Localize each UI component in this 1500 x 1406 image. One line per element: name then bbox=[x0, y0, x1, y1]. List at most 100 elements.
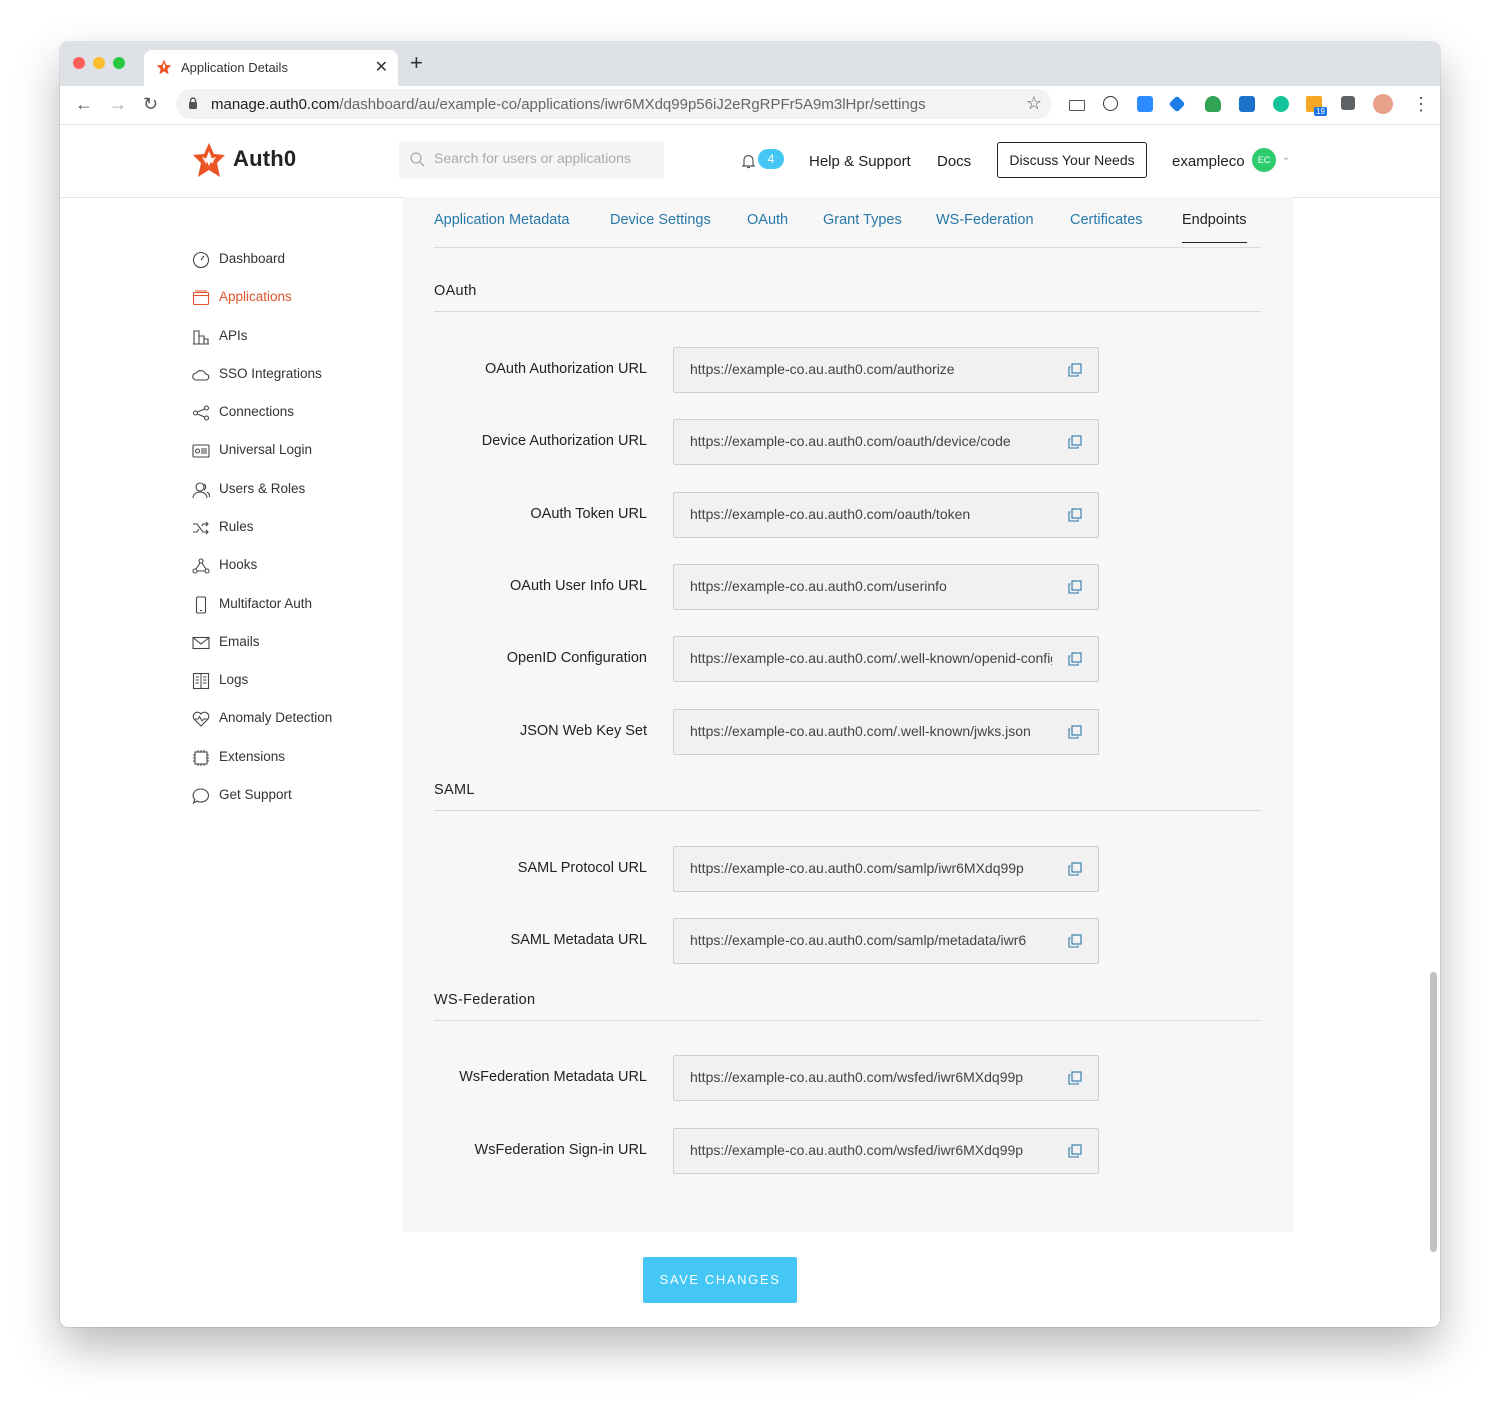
extensions-puzzle-icon[interactable] bbox=[1341, 96, 1355, 110]
copy-icon[interactable] bbox=[1068, 580, 1082, 594]
save-changes-button[interactable]: SAVE CHANGES bbox=[643, 1257, 797, 1303]
wsfed-signin-url-input[interactable] bbox=[690, 1142, 1052, 1158]
settings-tabs: Application Metadata Device Settings OAu… bbox=[434, 197, 1261, 248]
brand-name[interactable]: Auth0 bbox=[233, 146, 296, 172]
sidebar-item-universal-login[interactable]: Universal Login bbox=[192, 439, 412, 463]
tab-bar: Application Details ✕ + bbox=[60, 42, 1440, 86]
browser-toolbar: ← → ↻ manage.auth0.com/dashboard/au/exam… bbox=[60, 86, 1440, 125]
url-field bbox=[673, 564, 1099, 610]
search-box[interactable] bbox=[399, 141, 664, 179]
onepassword-icon[interactable] bbox=[1103, 96, 1118, 111]
tab-oauth[interactable]: OAuth bbox=[747, 212, 788, 228]
url-field bbox=[673, 918, 1099, 964]
field-label: OpenID Configuration bbox=[506, 650, 647, 666]
forward-icon[interactable]: → bbox=[109, 94, 127, 114]
sidebar-item-sso-integrations[interactable]: SSO Integrations bbox=[192, 363, 412, 387]
address-bar[interactable]: manage.auth0.com/dashboard/au/example-co… bbox=[176, 89, 1052, 119]
sidebar-item-get-support[interactable]: Get Support bbox=[192, 784, 412, 808]
new-tab-button[interactable]: + bbox=[410, 52, 423, 74]
sidebar-item-multifactor-auth[interactable]: Multifactor Auth bbox=[192, 593, 412, 617]
search-icon bbox=[410, 152, 425, 167]
heart-icon bbox=[192, 711, 210, 727]
settings-panel: Application Metadata Device Settings OAu… bbox=[403, 197, 1293, 1232]
scrollbar-thumb[interactable] bbox=[1430, 972, 1437, 1252]
sidebar-item-rules[interactable]: Rules bbox=[192, 516, 412, 540]
field-label: JSON Web Key Set bbox=[519, 723, 647, 739]
jwks-url-input[interactable] bbox=[690, 723, 1052, 739]
close-tab-icon[interactable]: ✕ bbox=[375, 57, 388, 77]
wsfed-metadata-url-input[interactable] bbox=[690, 1069, 1052, 1085]
section-title-ws-federation: WS-Federation bbox=[434, 992, 536, 1008]
profile-icon[interactable] bbox=[1373, 94, 1393, 114]
reload-icon[interactable]: ↻ bbox=[143, 94, 158, 114]
browser-tab[interactable]: Application Details ✕ bbox=[144, 50, 398, 86]
grammarly-icon[interactable] bbox=[1273, 96, 1289, 112]
tab-application-metadata[interactable]: Application Metadata bbox=[434, 212, 569, 228]
tab-grant-types[interactable]: Grant Types bbox=[823, 212, 902, 228]
sidebar-item-connections[interactable]: Connections bbox=[192, 401, 412, 425]
lock-icon bbox=[189, 97, 197, 109]
oauth-authorization-url-input[interactable] bbox=[690, 361, 1052, 377]
zoom-icon[interactable] bbox=[1137, 96, 1153, 112]
device-authorization-url-input[interactable] bbox=[690, 433, 1052, 449]
notification-badge[interactable]: 4 bbox=[758, 149, 784, 169]
oauth-userinfo-url-input[interactable] bbox=[690, 578, 1052, 594]
tab-endpoints[interactable]: Endpoints bbox=[1182, 212, 1247, 243]
copy-icon[interactable] bbox=[1068, 934, 1082, 948]
tenant-name[interactable]: exampleco bbox=[1172, 153, 1245, 170]
auth0-favicon-icon bbox=[156, 59, 172, 75]
copy-icon[interactable] bbox=[1068, 862, 1082, 876]
help-support-link[interactable]: Help & Support bbox=[809, 153, 911, 170]
tab-certificates[interactable]: Certificates bbox=[1070, 212, 1143, 228]
close-window-button[interactable] bbox=[73, 57, 85, 69]
sidebar-item-apis[interactable]: APIs bbox=[192, 325, 412, 349]
url-field bbox=[673, 492, 1099, 538]
url-field bbox=[673, 846, 1099, 892]
maximize-window-button[interactable] bbox=[113, 57, 125, 69]
sidebar-item-applications[interactable]: Applications bbox=[192, 286, 412, 310]
chevron-down-icon[interactable]: ⌄ bbox=[1282, 152, 1290, 163]
sidebar-item-emails[interactable]: Emails bbox=[192, 631, 412, 655]
sidebar-item-extensions[interactable]: Extensions bbox=[192, 746, 412, 770]
s-extension-icon[interactable] bbox=[1239, 96, 1255, 112]
saml-protocol-url-input[interactable] bbox=[690, 860, 1052, 876]
docs-link[interactable]: Docs bbox=[937, 153, 971, 170]
shield-check-icon[interactable] bbox=[1205, 96, 1221, 112]
discuss-needs-button[interactable]: Discuss Your Needs bbox=[997, 142, 1147, 178]
sidebar-item-users-roles[interactable]: Users & Roles bbox=[192, 478, 412, 502]
sidebar-item-logs[interactable]: Logs bbox=[192, 669, 412, 693]
avatar[interactable]: EC bbox=[1252, 148, 1276, 172]
copy-icon[interactable] bbox=[1068, 1071, 1082, 1085]
cast-icon[interactable] bbox=[1069, 100, 1085, 111]
url-field bbox=[673, 1128, 1099, 1174]
copy-icon[interactable] bbox=[1068, 508, 1082, 522]
oauth-token-url-input[interactable] bbox=[690, 506, 1052, 522]
saml-metadata-url-input[interactable] bbox=[690, 932, 1052, 948]
sidebar-item-dashboard[interactable]: Dashboard bbox=[192, 248, 412, 272]
bookmark-star-icon[interactable]: ☆ bbox=[1026, 93, 1042, 114]
search-input[interactable] bbox=[432, 149, 661, 167]
field-label: OAuth Token URL bbox=[530, 506, 647, 522]
copy-icon[interactable] bbox=[1068, 1144, 1082, 1158]
tab-device-settings[interactable]: Device Settings bbox=[610, 212, 711, 228]
confluence-icon[interactable] bbox=[1168, 95, 1186, 113]
bell-icon[interactable] bbox=[742, 154, 755, 169]
hooks-icon bbox=[192, 558, 210, 574]
minimize-window-button[interactable] bbox=[93, 57, 105, 69]
sidebar-item-hooks[interactable]: Hooks bbox=[192, 554, 412, 578]
back-icon[interactable]: ← bbox=[75, 94, 93, 114]
menu-kebab-icon[interactable]: ⋮ bbox=[1412, 94, 1430, 114]
tab-ws-federation[interactable]: WS-Federation bbox=[936, 212, 1034, 228]
field-label: SAML Metadata URL bbox=[510, 932, 647, 948]
auth0-logo-icon[interactable] bbox=[192, 142, 226, 178]
section-title-oauth: OAuth bbox=[434, 283, 477, 299]
copy-icon[interactable] bbox=[1068, 363, 1082, 377]
copy-icon[interactable] bbox=[1068, 652, 1082, 666]
copy-icon[interactable] bbox=[1068, 725, 1082, 739]
openid-configuration-input[interactable] bbox=[690, 650, 1052, 666]
copy-icon[interactable] bbox=[1068, 435, 1082, 449]
section-divider bbox=[434, 1020, 1261, 1021]
sidebar-item-anomaly-detection[interactable]: Anomaly Detection bbox=[192, 707, 412, 731]
url-field bbox=[673, 709, 1099, 755]
shuffle-icon bbox=[193, 521, 209, 535]
